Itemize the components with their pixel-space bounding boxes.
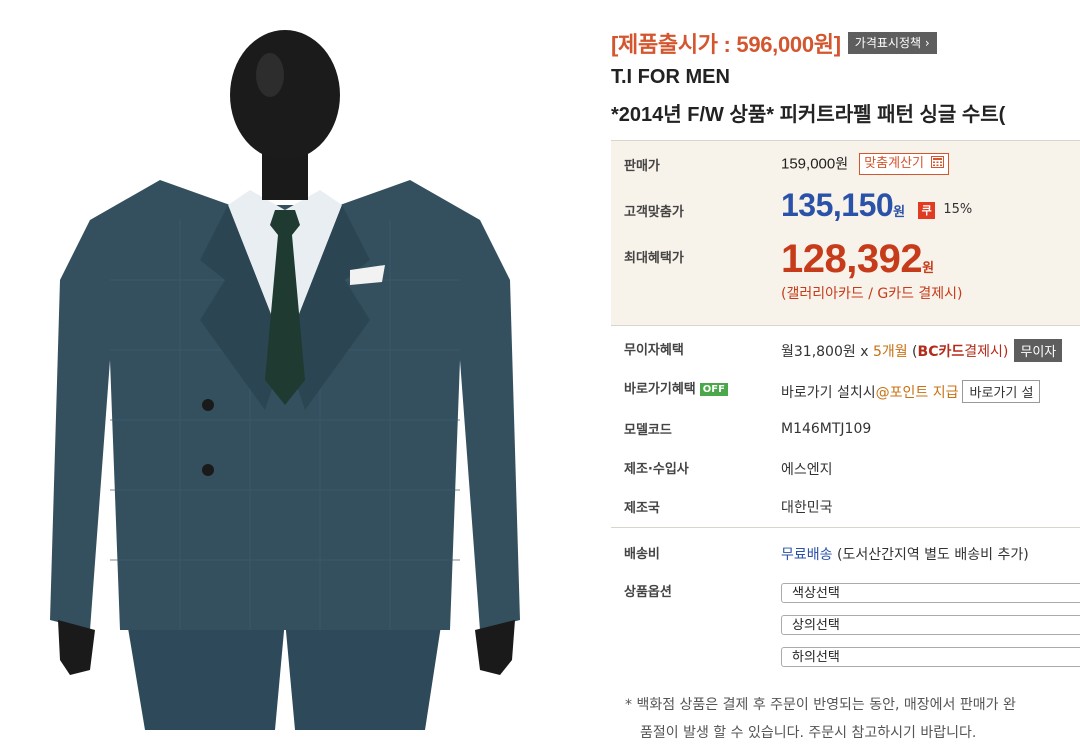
calc-button-label: 맞춤계산기 — [864, 156, 925, 171]
suit-mannequin-illustration — [50, 30, 520, 730]
price-box: 판매가 159,000원 맞춤계산기 고객맞춤가 135,150원 쿠 15% … — [611, 140, 1080, 326]
product-image — [50, 20, 520, 730]
shipping-label: 배송비 — [624, 547, 660, 562]
max-benefit-label: 최대혜택가 — [624, 251, 684, 266]
product-options-label: 상품옵션 — [624, 585, 672, 600]
shortcut-benefit-label: 바로가기혜택 OFF — [624, 378, 728, 397]
shortcut-off-badge: OFF — [699, 383, 728, 396]
interest-open-paren: ( — [907, 344, 918, 360]
custom-calculator-button[interactable]: 맞춤계산기 — [859, 153, 950, 175]
sale-price-row: 159,000원 맞춤계산기 — [781, 153, 950, 175]
notice-line-1: * 백화점 상품은 결제 후 주문이 반영되는 동안, 매장에서 판매가 완 — [625, 697, 1016, 713]
price-policy-button[interactable]: 가격표시정책 › — [847, 32, 937, 54]
max-benefit-price: 128,392 — [781, 237, 923, 281]
shortcut-benefit-value: 바로가기 설치시@포인트 지급 바로가기 설 — [781, 380, 1041, 403]
calculator-icon — [931, 156, 945, 168]
shortcut-install-button[interactable]: 바로가기 설 — [962, 380, 1041, 403]
product-title: *2014년 F/W 상품* 피커트라펠 패턴 싱글 수트( — [611, 104, 1006, 126]
sale-price-label: 판매가 — [624, 159, 660, 174]
customer-price-unit: 원 — [893, 205, 906, 220]
product-info-panel: [제품출시가 : 596,000원] 가격표시정책 › T.I FOR MEN … — [611, 0, 1080, 745]
customer-price-row: 135,150원 쿠 15% — [781, 187, 972, 224]
coupon-icon[interactable]: 쿠 — [918, 202, 936, 219]
max-benefit-unit: 원 — [922, 261, 935, 276]
interest-free-value: 월31,800원 x 5개월 (BC카드결제시) 무이자 — [781, 339, 1063, 362]
shipping-note: (도서산간지역 별도 배송비 추가) — [832, 547, 1029, 563]
interest-free-button[interactable]: 무이자 — [1014, 339, 1063, 362]
details-divider — [611, 527, 1080, 528]
interest-months: 5개월 — [872, 344, 908, 360]
notice-line-2: 품절이 발생 할 수 있습니다. 주문시 참고하시기 바랍니다. — [640, 725, 977, 741]
release-price: [제품출시가 : 596,000원] — [611, 32, 841, 57]
release-price-row: [제품출시가 : 596,000원] 가격표시정책 › — [611, 27, 937, 59]
shortcut-text: 바로가기 설치시 — [781, 385, 876, 401]
manufacturer-label: 제조·수입사 — [624, 462, 689, 477]
sale-price: 159,000 — [781, 155, 836, 173]
shipping-value: 무료배송 (도서산간지역 별도 배송비 추가) — [781, 544, 1029, 564]
customer-price-label: 고객맞춤가 — [624, 205, 684, 220]
sale-price-unit: 원 — [835, 156, 849, 173]
brand-name[interactable]: T.I FOR MEN — [611, 66, 730, 89]
shortcut-label-text: 바로가기혜택 — [624, 382, 696, 397]
shortcut-point: @포인트 지급 — [875, 385, 959, 401]
max-benefit-note: (갤러리아카드 / G카드 결제시) — [781, 286, 963, 302]
interest-card-suffix: 결제시) — [964, 344, 1009, 360]
origin-country-label: 제조국 — [624, 501, 660, 516]
model-code-value: M146MTJ109 — [781, 421, 872, 437]
model-code-label: 모델코드 — [624, 423, 672, 438]
manufacturer-value: 에스엔지 — [781, 462, 833, 478]
max-benefit-row: 128,392원 — [781, 237, 934, 282]
interest-card: BC카드 — [917, 344, 965, 360]
interest-free-label: 무이자혜택 — [624, 343, 684, 358]
top-size-select[interactable]: 상의선택 — [781, 615, 1080, 635]
interest-monthly: 월31,800원 x — [781, 344, 873, 360]
free-shipping: 무료배송 — [781, 547, 833, 563]
color-select[interactable]: 색상선택 — [781, 583, 1080, 603]
discount-rate: 15% — [943, 202, 973, 217]
customer-price: 135,150 — [781, 187, 894, 223]
origin-country-value: 대한민국 — [781, 500, 833, 516]
bottom-size-select[interactable]: 하의선택 — [781, 647, 1080, 667]
